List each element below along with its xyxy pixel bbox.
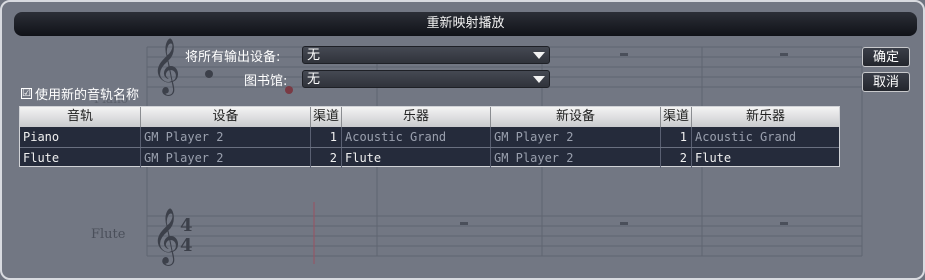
cell-new-channel[interactable]: 1 [661,127,692,147]
column-header-instrument[interactable]: 乐器 [342,107,491,127]
column-header-new-instrument[interactable]: 新乐器 [692,107,839,127]
column-header-device[interactable]: 设备 [141,107,311,127]
column-header-new-channel[interactable]: 渠道 [661,107,692,127]
cell-new-device[interactable]: GM Player 2 [491,148,661,168]
cell-new-device[interactable]: GM Player 2 [491,127,661,147]
library-select[interactable]: 无 [302,70,550,88]
cell-new-channel[interactable]: 2 [661,148,692,168]
cell-channel: 1 [311,127,342,147]
dialog-title: 重新映射播放 [14,12,917,36]
cell-device: GM Player 2 [141,148,311,168]
cell-new-instrument[interactable]: Flute [692,148,839,168]
chevron-down-icon [533,52,545,59]
time-signature-top: 4 [180,215,193,236]
cancel-button[interactable]: 取消 [862,72,910,92]
library-label: 图书馆: [244,74,288,89]
column-header-new-device[interactable]: 新设备 [491,107,661,127]
staff-name-flute: Flute [91,227,126,242]
cell-instrument: Flute [342,148,491,168]
track-remap-table: 音轨 设备 渠道 乐器 新设备 渠道 新乐器 Piano GM Player 2… [19,106,840,168]
chevron-down-icon [533,76,545,83]
cell-channel: 2 [311,148,342,168]
output-device-select[interactable]: 无 [302,46,550,64]
column-header-track[interactable]: 音轨 [20,107,141,127]
column-header-channel[interactable]: 渠道 [311,107,342,127]
ok-button[interactable]: 确定 [862,47,910,67]
cell-new-instrument[interactable]: Acoustic Grand [692,127,839,147]
treble-clef-bottom: 𝄞 [152,208,180,266]
use-new-track-names-label: 使用新的音轨名称 [35,88,140,103]
library-value: 无 [307,72,321,87]
cell-device: GM Player 2 [141,127,311,147]
cell-track: Flute [20,148,141,168]
treble-clef-top: 𝄞 [152,38,180,96]
output-device-value: 无 [307,48,321,63]
checkbox-checked-icon: ☑ [21,88,32,99]
cell-instrument: Acoustic Grand [342,127,491,147]
time-signature-bottom: 4 [180,235,193,256]
output-device-label: 将所有输出设备: [185,50,281,65]
use-new-track-names-checkbox[interactable]: ☑ 使用新的音轨名称 [21,84,139,103]
note-mark [205,70,213,78]
remap-playback-dialog: 𝄞 𝄞 4 4 Flute Piano 重新映射播放 将所有输出设备: 无 图书… [0,0,925,280]
cell-track: Piano [20,127,141,147]
